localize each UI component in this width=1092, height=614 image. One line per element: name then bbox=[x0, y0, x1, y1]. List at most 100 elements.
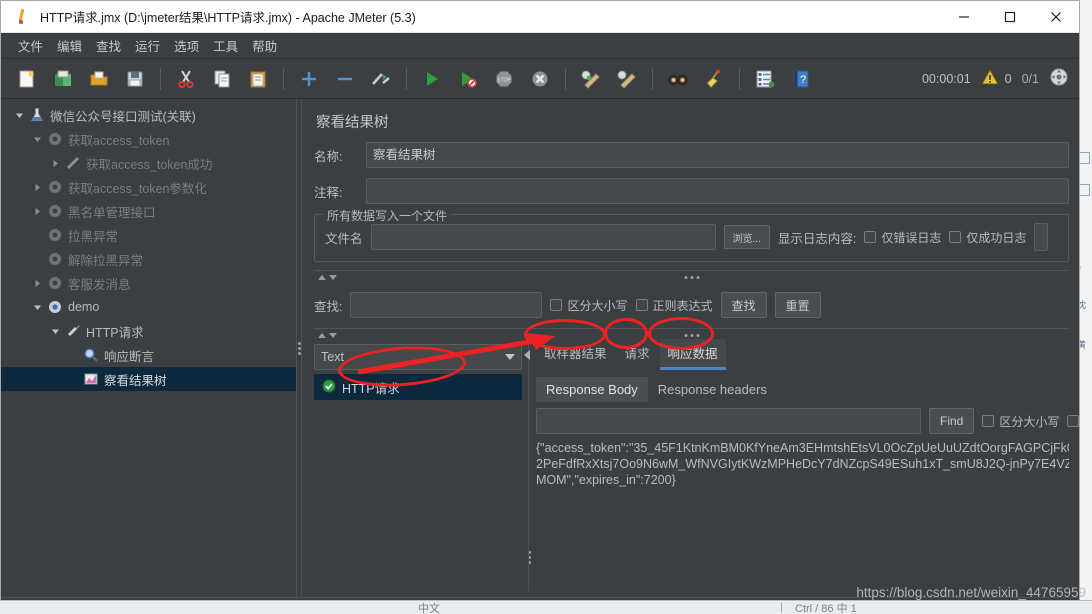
renderer-select[interactable]: Text bbox=[314, 344, 522, 370]
toggle-icon[interactable] bbox=[366, 64, 396, 94]
subtab-response-body[interactable]: Response Body bbox=[536, 377, 648, 402]
horizontal-splitter-top[interactable] bbox=[314, 270, 1069, 284]
paste-icon[interactable] bbox=[243, 64, 273, 94]
horizontal-splitter-bottom[interactable] bbox=[314, 328, 1069, 342]
open-icon[interactable] bbox=[84, 64, 114, 94]
find-button-cn[interactable]: 查找 bbox=[720, 292, 767, 318]
chevron-right-icon[interactable] bbox=[29, 207, 45, 216]
chevron-down-icon[interactable] bbox=[11, 111, 27, 120]
menu-tools[interactable]: 工具 bbox=[206, 33, 245, 58]
browse-button[interactable]: 浏览... bbox=[723, 225, 770, 249]
templates-icon[interactable] bbox=[48, 64, 78, 94]
list-item[interactable]: HTTP请求 bbox=[314, 374, 522, 400]
page-title: 察看结果树 bbox=[316, 115, 389, 131]
subtab-response-headers[interactable]: Response headers bbox=[648, 377, 777, 402]
chevron-down-icon[interactable] bbox=[29, 135, 45, 144]
test-plan-tree[interactable]: 微信公众号接口测试(关联) 获取access_token 获取access_to… bbox=[1, 99, 296, 597]
name-input[interactable]: 察看结果树 bbox=[366, 142, 1069, 168]
menu-file[interactable]: 文件 bbox=[11, 33, 50, 58]
splitter-arrows[interactable] bbox=[318, 275, 337, 280]
thread-status-icon[interactable] bbox=[1049, 67, 1069, 92]
splitter-grip bbox=[684, 334, 699, 337]
collapse-left-arrow-icon[interactable] bbox=[524, 350, 530, 360]
search-icon[interactable] bbox=[663, 64, 693, 94]
tree-node-http-request[interactable]: HTTP请求 bbox=[1, 319, 296, 343]
warning-icon[interactable] bbox=[980, 68, 999, 90]
chevron-down-icon[interactable] bbox=[505, 354, 515, 360]
http-sampler-icon bbox=[63, 155, 83, 171]
chevron-right-icon[interactable] bbox=[47, 159, 63, 168]
shutdown-icon[interactable] bbox=[525, 64, 555, 94]
close-button[interactable] bbox=[1033, 1, 1079, 33]
sampler-list[interactable]: HTTP请求 bbox=[314, 374, 522, 591]
chevron-right-icon[interactable] bbox=[29, 183, 45, 192]
clipped-control[interactable] bbox=[1034, 223, 1049, 251]
case-sensitive-checkbox[interactable]: 区分大小写 bbox=[550, 297, 628, 314]
regex-checkbox[interactable]: 正则表达式 bbox=[635, 297, 713, 314]
menu-edit[interactable]: 编辑 bbox=[50, 33, 89, 58]
find-button[interactable]: Find bbox=[929, 408, 975, 434]
help-icon[interactable]: ? bbox=[786, 64, 816, 94]
new-icon[interactable] bbox=[12, 64, 42, 94]
jmeter-window: HTTP请求.jmx (D:\jmeter结果\HTTP请求.jmx) - Ap… bbox=[0, 0, 1080, 614]
menu-search[interactable]: 查找 bbox=[89, 33, 128, 58]
splitter-arrows[interactable] bbox=[318, 333, 337, 338]
reset-button[interactable]: 重置 bbox=[774, 292, 821, 318]
tab-response-data[interactable]: 响应数据 bbox=[659, 339, 726, 370]
errors-only-label: 仅错误日志 bbox=[881, 230, 942, 245]
response-body-text[interactable]: {"access_token":"35_45F1KtnKmBM0KfYneAm3… bbox=[536, 440, 1069, 591]
comment-label: 注释: bbox=[314, 185, 343, 200]
regex-label: 正则表达式 bbox=[652, 298, 713, 313]
tree-node-thread-group[interactable]: 黑名单管理接口 bbox=[1, 199, 296, 223]
search-input[interactable] bbox=[350, 292, 543, 318]
tree-node-thread-group[interactable]: 客服发消息 bbox=[1, 271, 296, 295]
save-icon[interactable] bbox=[120, 64, 150, 94]
tree-node-view-results-tree[interactable]: 察看结果树 bbox=[1, 367, 296, 391]
cut-icon[interactable] bbox=[171, 64, 201, 94]
function-helper-icon[interactable] bbox=[750, 64, 780, 94]
success-only-checkbox[interactable]: 仅成功日志 bbox=[949, 229, 1026, 246]
menu-options[interactable]: 选项 bbox=[167, 33, 206, 58]
sampler-list-panel: Text HTTP请求 bbox=[314, 344, 522, 591]
response-find-input[interactable] bbox=[536, 408, 921, 434]
tree-node-thread-group[interactable]: 获取access_token参数化 bbox=[1, 175, 296, 199]
tree-node-sampler[interactable]: 获取access_token成功 bbox=[1, 151, 296, 175]
response-case-sensitive-checkbox[interactable]: 区分大小写 bbox=[982, 413, 1059, 430]
clear-icon[interactable] bbox=[576, 64, 606, 94]
tab-sampler-result[interactable]: 取样器结果 bbox=[536, 339, 615, 370]
start-no-pause-icon[interactable] bbox=[453, 64, 483, 94]
filename-label: 文件名 bbox=[325, 231, 363, 246]
comment-input[interactable] bbox=[366, 178, 1069, 204]
tree-node-thread-group[interactable]: 拉黑异常 bbox=[1, 223, 296, 247]
chevron-down-icon[interactable] bbox=[29, 303, 45, 312]
copy-icon[interactable] bbox=[207, 64, 237, 94]
search-label: 查找: bbox=[314, 299, 343, 314]
menu-help[interactable]: 帮助 bbox=[245, 33, 284, 58]
clear-all-icon[interactable] bbox=[612, 64, 642, 94]
maximize-button[interactable] bbox=[987, 1, 1033, 33]
errors-only-checkbox[interactable]: 仅错误日志 bbox=[864, 229, 941, 246]
test-plan-icon bbox=[27, 107, 47, 123]
success-only-label: 仅成功日志 bbox=[966, 230, 1027, 245]
stop-icon[interactable]: STOP bbox=[489, 64, 519, 94]
menu-run[interactable]: 运行 bbox=[128, 33, 167, 58]
tree-node-thread-group[interactable]: 解除拉黑异常 bbox=[1, 247, 296, 271]
case-sensitive-label: 区分大小写 bbox=[567, 298, 628, 313]
response-regex-checkbox[interactable]: 正 bbox=[1067, 413, 1079, 430]
tree-node-assertion[interactable]: 响应断言 bbox=[1, 343, 296, 367]
comment-field-row: 注释: bbox=[314, 178, 1069, 204]
expand-all-icon[interactable] bbox=[294, 64, 324, 94]
results-splitter[interactable] bbox=[522, 344, 536, 591]
filename-row: 文件名 浏览... 显示日志内容: 仅错误日志 仅成功日志 bbox=[325, 223, 1058, 251]
tree-node-thread-group[interactable]: 获取access_token bbox=[1, 127, 296, 151]
reset-search-icon[interactable] bbox=[699, 64, 729, 94]
tree-node-test-plan[interactable]: 微信公众号接口测试(关联) bbox=[1, 103, 296, 127]
start-icon[interactable] bbox=[417, 64, 447, 94]
collapse-all-icon[interactable] bbox=[330, 64, 360, 94]
tab-request[interactable]: 请求 bbox=[617, 339, 658, 370]
minimize-button[interactable] bbox=[941, 1, 987, 33]
chevron-right-icon[interactable] bbox=[29, 279, 45, 288]
filename-input[interactable] bbox=[370, 224, 716, 250]
chevron-down-icon[interactable] bbox=[47, 327, 63, 336]
tree-node-demo[interactable]: demo bbox=[1, 295, 296, 319]
